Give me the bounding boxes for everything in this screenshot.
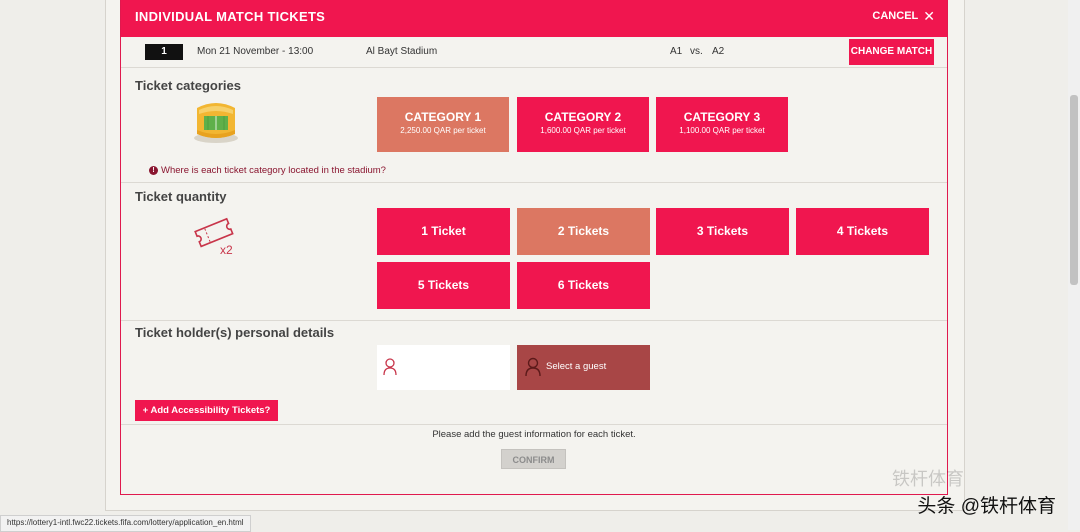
category-location-text: Where is each ticket category located in…: [161, 165, 386, 176]
category-price: 1,600.00 QAR per ticket: [540, 126, 626, 135]
qty-2-button[interactable]: 2 Tickets: [517, 208, 650, 255]
category-3-button[interactable]: CATEGORY 3 1,100.00 QAR per ticket: [656, 97, 788, 152]
match-vs: vs.: [690, 46, 703, 57]
panel-header: INDIVIDUAL MATCH TICKETS CANCEL ✕: [121, 0, 947, 37]
divider: [121, 424, 947, 425]
select-guest-label: Select a guest: [546, 361, 607, 372]
holders-title: Ticket holder(s) personal details: [135, 325, 335, 340]
watermark-ghost: 铁杆体育: [892, 469, 964, 489]
watermark: 头条 @铁杆体育: [917, 491, 1056, 518]
category-name: CATEGORY 3: [683, 110, 761, 124]
user-icon: [525, 357, 541, 377]
match-date: Mon 21 November - 13:00: [197, 46, 314, 57]
match-team-a: A1: [670, 46, 683, 57]
category-1-button[interactable]: CATEGORY 1 2,250.00 QAR per ticket: [377, 97, 509, 152]
panel-title: INDIVIDUAL MATCH TICKETS: [135, 9, 326, 24]
browser-status-bar: https://lottery1-intl.fwc22.tickets.fifa…: [0, 515, 251, 532]
guest-info-note: Please add the guest information for eac…: [432, 429, 636, 440]
user-icon: [383, 358, 397, 376]
qty-5-button[interactable]: 5 Tickets: [377, 262, 510, 309]
qty-6-button[interactable]: 6 Tickets: [517, 262, 650, 309]
page-scrollbar[interactable]: [1068, 0, 1080, 530]
category-price: 1,100.00 QAR per ticket: [679, 126, 765, 135]
info-icon: !: [149, 166, 158, 175]
category-location-link[interactable]: ! Where is each ticket category located …: [149, 165, 386, 176]
category-name: CATEGORY 2: [544, 110, 622, 124]
cancel-label: CANCEL: [872, 10, 919, 22]
confirm-button[interactable]: CONFIRM: [501, 449, 566, 469]
qty-4-button[interactable]: 4 Tickets: [796, 208, 929, 255]
qty-1-button[interactable]: 1 Ticket: [377, 208, 510, 255]
plus-icon: +: [142, 405, 149, 416]
categories-title: Ticket categories: [135, 78, 241, 93]
category-2-button[interactable]: CATEGORY 2 1,600.00 QAR per ticket: [517, 97, 649, 152]
ticket-holder-field[interactable]: [377, 345, 510, 390]
add-accessibility-tickets-button[interactable]: + Add Accessibility Tickets?: [135, 400, 278, 421]
match-stadium: Al Bayt Stadium: [366, 46, 438, 57]
ticket-panel: INDIVIDUAL MATCH TICKETS CANCEL ✕ 1 Mon …: [120, 0, 948, 495]
cancel-button[interactable]: CANCEL ✕: [872, 9, 935, 23]
scrollbar-thumb[interactable]: [1070, 95, 1078, 285]
match-team-b: A2: [712, 46, 725, 57]
accessibility-label: Add Accessibility Tickets?: [150, 405, 271, 416]
watermark-text: 头条 @铁杆体育: [917, 496, 1056, 517]
stadium-icon: [194, 103, 238, 143]
select-guest-button[interactable]: Select a guest: [517, 345, 650, 390]
match-number-badge: 1: [145, 44, 183, 60]
change-match-button[interactable]: CHANGE MATCH: [849, 39, 934, 65]
divider: [121, 182, 947, 183]
quantity-title: Ticket quantity: [135, 189, 227, 204]
category-name: CATEGORY 1: [404, 110, 482, 124]
ticket-count-label: x2: [220, 243, 233, 257]
match-row: 1 Mon 21 November - 13:00 Al Bayt Stadiu…: [121, 37, 947, 67]
qty-3-button[interactable]: 3 Tickets: [656, 208, 789, 255]
ticket-icon: x2: [194, 217, 234, 257]
divider: [121, 67, 947, 68]
category-price: 2,250.00 QAR per ticket: [400, 126, 486, 135]
divider: [121, 320, 947, 321]
close-icon: ✕: [923, 8, 935, 24]
